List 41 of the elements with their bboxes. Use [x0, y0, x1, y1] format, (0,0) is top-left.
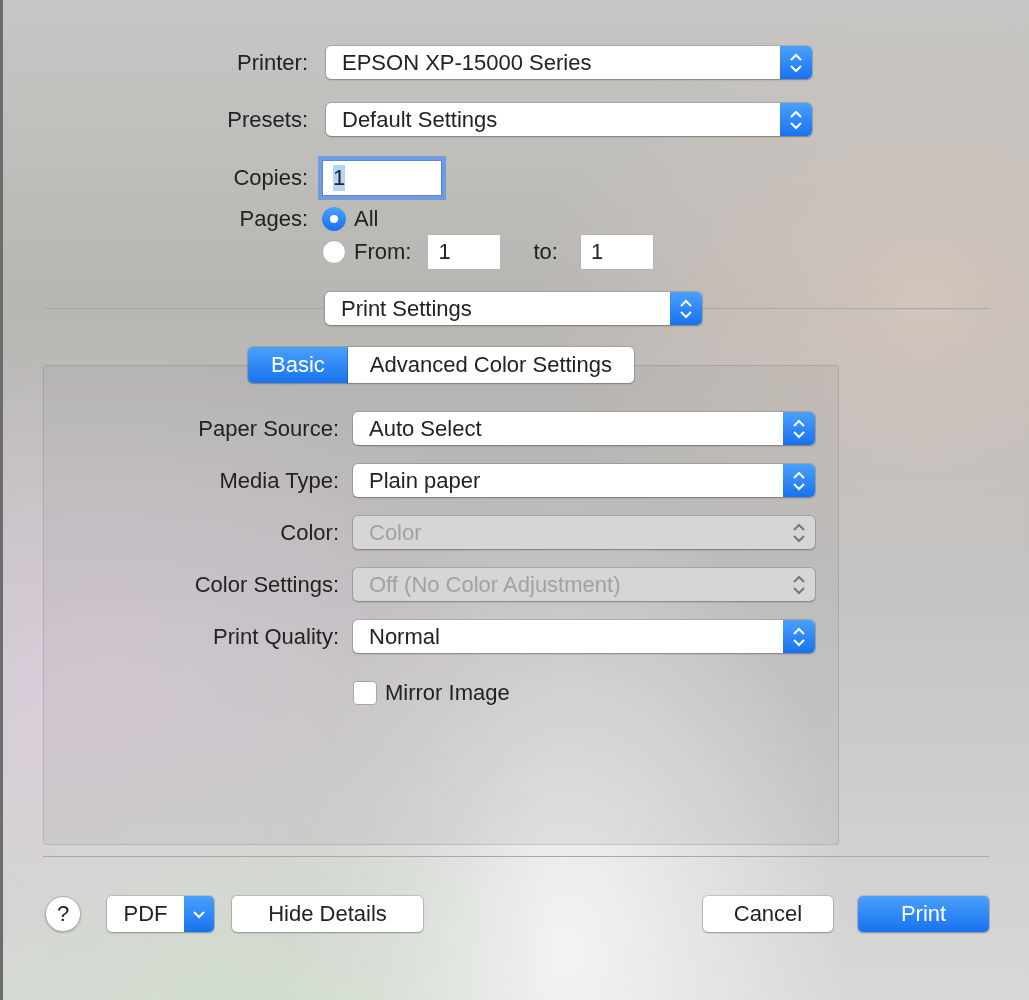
- chevrons-icon: [792, 573, 806, 596]
- chevrons-icon: [679, 297, 693, 320]
- radio-label: All: [354, 206, 379, 232]
- field-label: Color:: [279, 519, 339, 546]
- radio-button[interactable]: [322, 207, 346, 231]
- chevrons-icon: [789, 51, 803, 74]
- radio-button[interactable]: [322, 240, 346, 264]
- chevrons-icon: [789, 108, 803, 131]
- field-label: Presets:: [226, 106, 308, 133]
- popup-menu[interactable]: Plain paper: [353, 464, 815, 497]
- chevrons-icon: [792, 469, 806, 492]
- from-field[interactable]: 1: [427, 234, 502, 270]
- radio-label: From:: [354, 239, 412, 265]
- pdf-button[interactable]: PDF: [107, 896, 184, 932]
- chevrons-icon: [792, 417, 806, 440]
- field-label: Color Settings:: [193, 571, 339, 598]
- tab[interactable]: Advanced Color Settings: [347, 347, 634, 383]
- field-label: Paper Source:: [197, 415, 339, 442]
- to-field[interactable]: 1: [579, 234, 654, 270]
- popup-menu[interactable]: EPSON XP-15000 Series: [326, 46, 812, 79]
- popup-menu[interactable]: Normal: [353, 620, 815, 653]
- checkbox[interactable]: [353, 681, 377, 705]
- field-label: Print Quality:: [212, 623, 339, 650]
- popup-menu[interactable]: Auto Select: [353, 412, 815, 445]
- popup-menu[interactable]: Default Settings: [326, 103, 812, 136]
- chevrons-icon: [792, 625, 806, 648]
- caret-icon: [192, 909, 206, 919]
- pdf-menu-button[interactable]: PDF: [107, 896, 214, 932]
- help-button[interactable]: ?: [45, 896, 81, 932]
- pdf-caret-button[interactable]: [184, 896, 214, 932]
- field-label: Copies:: [232, 165, 308, 191]
- popup-menu[interactable]: Print Settings: [325, 292, 702, 325]
- chevrons-icon: [792, 521, 806, 544]
- field-label: Media Type:: [218, 467, 339, 494]
- field-label: to:: [533, 239, 558, 265]
- tab[interactable]: Basic: [248, 347, 348, 383]
- hide-details-button[interactable]: Hide Details: [232, 896, 423, 932]
- field-label: Printer:: [236, 49, 308, 76]
- checkbox-label: Mirror Image: [385, 680, 510, 706]
- cancel-button[interactable]: Cancel: [703, 896, 833, 932]
- field-label: Pages:: [238, 206, 308, 232]
